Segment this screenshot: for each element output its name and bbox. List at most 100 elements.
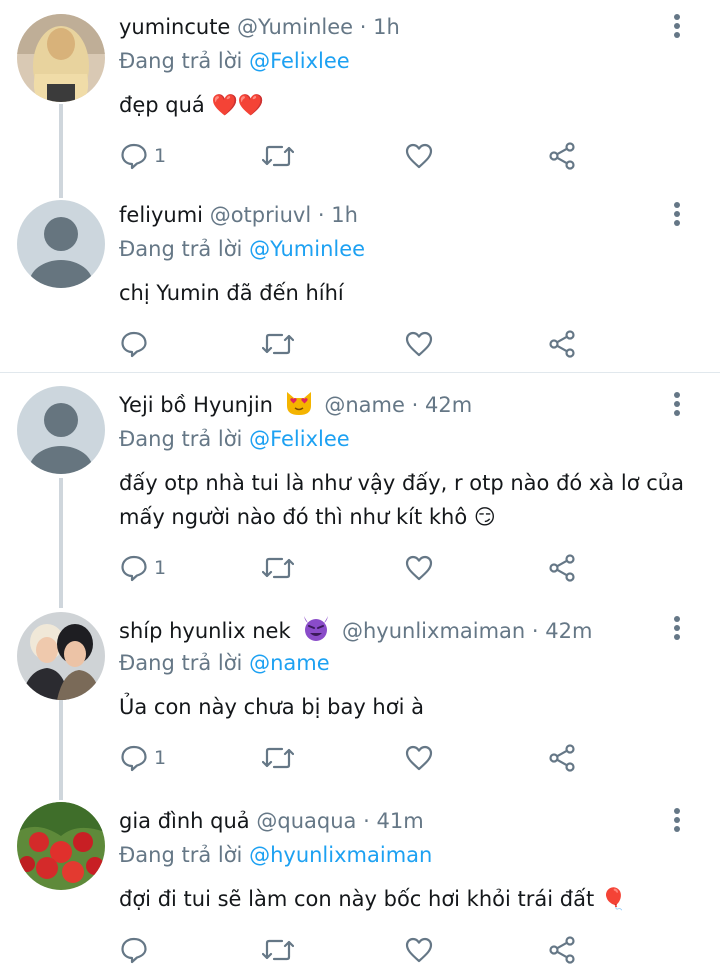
author-name[interactable]: Yeji bồ Hyunjin	[119, 393, 273, 417]
tweet-header: yumincute @Yuminlee · 1h	[119, 12, 660, 42]
like-button[interactable]	[405, 934, 433, 966]
divider	[0, 372, 720, 373]
like-button[interactable]	[405, 140, 433, 172]
share-icon	[548, 744, 576, 772]
replying-to: Đang trả lời @Felixlee	[119, 424, 350, 454]
separator: ·	[531, 619, 539, 643]
reply-icon	[120, 744, 148, 772]
avatar[interactable]	[17, 386, 105, 474]
reply-icon	[120, 554, 148, 582]
tweet-header: shíp hyunlix nek @hyunlixmaiman · 42m	[119, 614, 660, 650]
tweet-header: feliyumi @otpriuvl · 1h	[119, 200, 660, 230]
reply-button[interactable]	[120, 328, 154, 360]
author-name[interactable]: shíp hyunlix nek	[119, 619, 291, 643]
smiling-devil-icon	[301, 614, 331, 650]
tweet-actions	[0, 934, 720, 966]
avatar[interactable]	[17, 14, 105, 102]
avatar[interactable]	[17, 200, 105, 288]
share-button[interactable]	[548, 140, 576, 172]
reply-count: 1	[154, 747, 167, 769]
avatar[interactable]	[17, 612, 105, 700]
timestamp[interactable]: 1h	[373, 15, 400, 39]
replying-to-label: Đang trả lời	[119, 427, 243, 451]
share-button[interactable]	[548, 934, 576, 966]
reply-button[interactable]	[120, 934, 154, 966]
tweet-header: Yeji bồ Hyunjin @name · 42m	[119, 390, 660, 424]
retweet-icon	[262, 936, 294, 964]
like-button[interactable]	[405, 328, 433, 360]
reply-icon	[120, 142, 148, 170]
more-vertical-icon[interactable]	[674, 202, 682, 229]
timestamp[interactable]: 42m	[545, 619, 592, 643]
heart-icon	[405, 936, 433, 964]
retweet-button[interactable]	[262, 140, 294, 172]
share-icon	[548, 936, 576, 964]
separator: ·	[317, 203, 325, 227]
tweet[interactable]: yumincute @Yuminlee · 1h Đang trả lời @F…	[0, 0, 720, 186]
tweet[interactable]: shíp hyunlix nek @hyunlixmaiman · 42m Đa…	[0, 602, 720, 788]
author-handle[interactable]: @otpriuvl	[210, 203, 311, 227]
share-button[interactable]	[548, 552, 576, 584]
more-vertical-icon[interactable]	[674, 392, 682, 419]
retweet-button[interactable]	[262, 934, 294, 966]
replying-to-label: Đang trả lời	[119, 651, 243, 675]
tweet[interactable]: gia đình quả @quaqua · 41m Đang trả lời …	[0, 794, 720, 972]
replying-to-mention[interactable]: @Yuminlee	[249, 237, 365, 261]
author-handle[interactable]: @hyunlixmaiman	[342, 619, 525, 643]
tweet-text: đẹp quá ❤️❤️	[119, 93, 264, 117]
author-handle[interactable]: @Yuminlee	[237, 15, 353, 39]
share-button[interactable]	[548, 742, 576, 774]
retweet-button[interactable]	[262, 552, 294, 584]
timestamp[interactable]: 1h	[331, 203, 358, 227]
replying-to-mention[interactable]: @Felixlee	[249, 427, 350, 451]
author-name[interactable]: yumincute	[119, 15, 230, 39]
replying-to-label: Đang trả lời	[119, 843, 243, 867]
author-handle[interactable]: @quaqua	[256, 809, 356, 833]
share-icon	[548, 142, 576, 170]
timestamp[interactable]: 42m	[425, 393, 472, 417]
tweet-actions: 1	[0, 742, 720, 774]
more-vertical-icon[interactable]	[674, 14, 682, 41]
share-icon	[548, 330, 576, 358]
reply-count: 1	[154, 557, 167, 579]
replying-to-label: Đang trả lời	[119, 49, 243, 73]
replying-to-mention[interactable]: @hyunlixmaiman	[249, 843, 432, 867]
replying-to: Đang trả lời @name	[119, 648, 330, 678]
retweet-icon	[262, 330, 294, 358]
like-button[interactable]	[405, 742, 433, 774]
reply-icon	[120, 936, 148, 964]
author-name[interactable]: feliyumi	[119, 203, 203, 227]
more-vertical-icon[interactable]	[674, 808, 682, 835]
timestamp[interactable]: 41m	[376, 809, 423, 833]
retweet-button[interactable]	[262, 742, 294, 774]
separator: ·	[359, 15, 367, 39]
separator: ·	[411, 393, 419, 417]
separator: ·	[363, 809, 370, 833]
replying-to-mention[interactable]: @Felixlee	[249, 49, 350, 73]
author-handle[interactable]: @name	[324, 393, 405, 417]
avatar[interactable]	[17, 802, 105, 890]
heart-icon	[405, 142, 433, 170]
replying-to-label: Đang trả lời	[119, 237, 243, 261]
tweet[interactable]: Yeji bồ Hyunjin @name · 42m Đang trả lời…	[0, 378, 720, 600]
replying-to: Đang trả lời @Yuminlee	[119, 234, 365, 264]
retweet-icon	[262, 744, 294, 772]
tweet-actions	[0, 328, 720, 360]
tweet-text: đấy otp nhà tui là như vậy đấy, r otp nà…	[119, 471, 684, 529]
author-name[interactable]: gia đình quả	[119, 809, 250, 833]
reply-button[interactable]: 1	[120, 140, 166, 172]
tweet[interactable]: feliyumi @otpriuvl · 1h Đang trả lời @Yu…	[0, 188, 720, 372]
tweet-actions: 1	[0, 140, 720, 172]
more-vertical-icon[interactable]	[674, 616, 682, 643]
retweet-button[interactable]	[262, 328, 294, 360]
reply-button[interactable]: 1	[120, 742, 166, 774]
heart-eyes-cat-icon	[284, 390, 314, 424]
reply-button[interactable]: 1	[120, 552, 166, 584]
retweet-icon	[262, 142, 294, 170]
replying-to-mention[interactable]: @name	[249, 651, 330, 675]
replying-to: Đang trả lời @hyunlixmaiman	[119, 840, 432, 870]
heart-icon	[405, 330, 433, 358]
like-button[interactable]	[405, 552, 433, 584]
tweet-text: Ủa con này chưa bị bay hơi à	[119, 695, 424, 719]
share-button[interactable]	[548, 328, 576, 360]
